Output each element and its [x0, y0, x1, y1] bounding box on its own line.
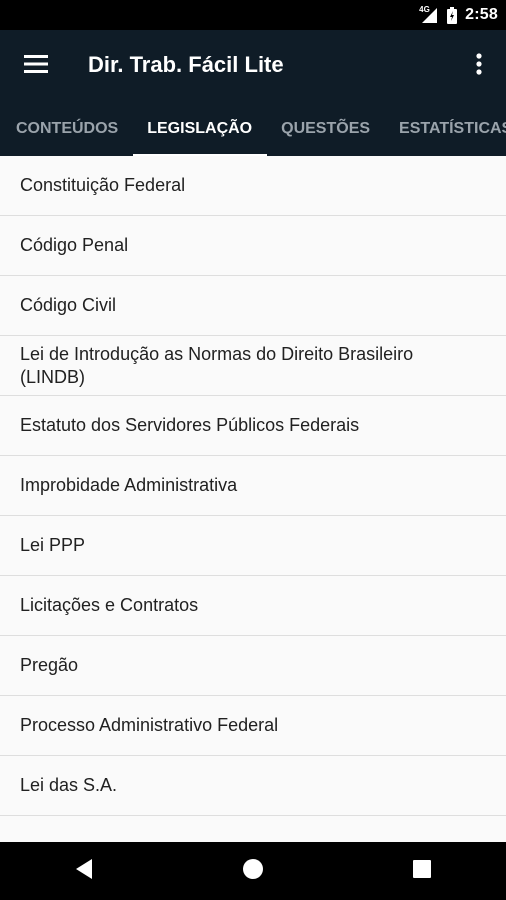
tab-label: LEGISLAÇÃO [147, 120, 253, 137]
list-item-label: Código Penal [20, 235, 129, 255]
list-item-label: Constituição Federal [20, 175, 186, 195]
recents-icon [412, 859, 431, 883]
overflow-menu-button[interactable] [464, 46, 494, 86]
list-item[interactable]: Lei PPP [0, 516, 506, 576]
list-item[interactable]: Lei das S.A. [0, 756, 506, 816]
status-bar: 4G 2:58 [0, 0, 506, 30]
list-item-label: Código Civil [20, 295, 117, 315]
list-item[interactable]: Código Civil [0, 276, 506, 336]
navigation-bar [0, 842, 506, 900]
hamburger-menu-icon [24, 54, 48, 78]
list-item-label: Pregão [20, 655, 79, 675]
home-icon [242, 858, 264, 885]
tab-estatisticas[interactable]: ESTATÍSTICAS [385, 102, 506, 156]
list-item-label: Lei PPP [20, 535, 86, 555]
tab-label: CONTEÚDOS [16, 120, 119, 137]
recents-button[interactable] [392, 842, 452, 900]
app-bar: Dir. Trab. Fácil Lite CONTEÚDOS LEGISLAÇ… [0, 30, 506, 156]
list-item[interactable]: Processo Administrativo Federal [0, 696, 506, 756]
tab-conteudos[interactable]: CONTEÚDOS [0, 102, 133, 156]
list-item-label: Estatuto dos Servidores Públicos Federai… [20, 415, 360, 435]
list-item[interactable]: Licitações e Contratos [0, 576, 506, 636]
list-item-label: Licitações e Contratos [20, 595, 199, 615]
more-vert-icon [476, 52, 482, 80]
back-button[interactable] [54, 842, 114, 900]
list-item[interactable]: Código Penal [0, 216, 506, 276]
list-item[interactable]: Estatuto dos Servidores Públicos Federai… [0, 396, 506, 456]
tab-legislacao[interactable]: LEGISLAÇÃO [133, 102, 268, 156]
list-item-label: Lei das S.A. [20, 775, 118, 795]
list-item[interactable]: Lei de Introdução as Normas do Direito B… [0, 336, 506, 396]
battery-icon [447, 6, 458, 24]
status-icons: 4G 2:58 [419, 0, 498, 30]
list-item[interactable]: Improbidade Administrativa [0, 456, 506, 516]
clock: 2:58 [465, 6, 498, 23]
list-item-label: Processo Administrativo Federal [20, 715, 279, 735]
home-button[interactable] [223, 842, 283, 900]
menu-button[interactable] [14, 46, 58, 86]
tab-label: QUESTÕES [281, 120, 371, 137]
list-item[interactable] [0, 816, 506, 842]
legislation-list: Constituição Federal Código Penal Código… [0, 156, 506, 842]
tab-questoes[interactable]: QUESTÕES [267, 102, 385, 156]
app-title: Dir. Trab. Fácil Lite [88, 52, 284, 77]
tab-label: ESTATÍSTICAS [399, 120, 506, 137]
list-item[interactable]: Constituição Federal [0, 156, 506, 216]
tab-bar: CONTEÚDOS LEGISLAÇÃO QUESTÕES ESTATÍSTIC… [0, 102, 506, 156]
list-item-label: Lei de Introdução as Normas do Direito B… [20, 343, 414, 387]
list-item[interactable]: Pregão [0, 636, 506, 696]
list-item-label: Improbidade Administrativa [20, 475, 238, 495]
back-icon [74, 858, 94, 885]
signal-icon: 4G [419, 5, 439, 24]
